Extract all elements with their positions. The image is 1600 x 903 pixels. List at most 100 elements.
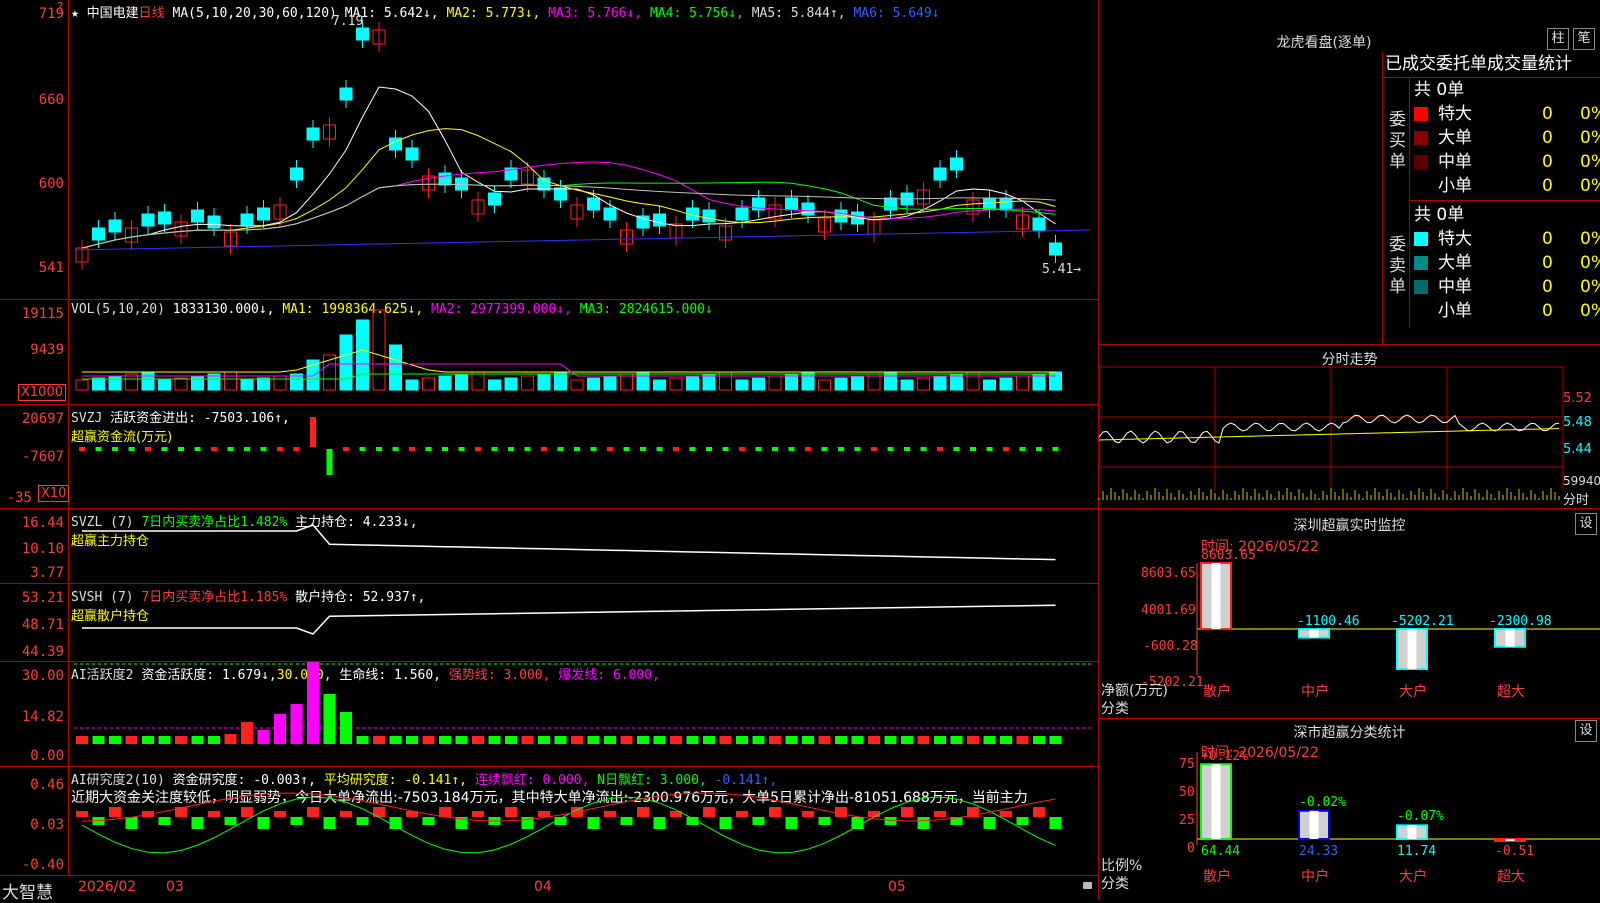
sell-total: 共 0单: [1414, 205, 1465, 225]
activity-bar: [818, 736, 831, 744]
sell-row: 特大 0 0%: [1414, 227, 1600, 251]
row-value: 0: [1542, 277, 1553, 297]
research-bar: [439, 807, 451, 817]
volume-bar: [174, 377, 188, 391]
svzj-pane[interactable]: 20697 -7607 -35 X10 SVZJ 活跃资金进出: -7503.1…: [0, 405, 1098, 509]
sell-row: 大单 0 0%: [1414, 251, 1600, 275]
volume-bar: [537, 373, 551, 391]
color-swatch: [1414, 179, 1428, 193]
intraday-chart[interactable]: [1098, 345, 1600, 508]
candle-body: [950, 157, 963, 171]
ai-activity-pane[interactable]: 30.00 14.82 0.00 AI活跃度2 资金活跃度: 1.679↓,30…: [0, 662, 1098, 767]
research-bar: [1049, 817, 1062, 829]
volume-bar: [933, 375, 947, 391]
candle-body: [1032, 217, 1046, 231]
research-bar: [719, 817, 732, 829]
sell-row: 中单 0 0%: [1414, 275, 1600, 299]
ai-activity-chart[interactable]: [0, 662, 1098, 766]
bar-mode-button[interactable]: 柱: [1547, 28, 1569, 50]
flow-bar: [607, 447, 613, 451]
activity-bar: [571, 736, 583, 744]
flow-bar: [392, 447, 399, 451]
volume-chart[interactable]: [0, 300, 1098, 404]
svzl-chart[interactable]: [0, 509, 1098, 583]
research-bar: [274, 811, 286, 817]
row-label: 大单: [1438, 128, 1472, 148]
bar-highlight: [1211, 563, 1221, 630]
date-label: 03: [166, 879, 184, 895]
price-pane[interactable]: 719 660 600 541 ? ★ 中国电建日线 MA(5,10,20,30…: [0, 0, 1098, 300]
ai-research-chart[interactable]: [0, 767, 1098, 875]
color-swatch: [1414, 280, 1428, 294]
flow-bar: [656, 447, 663, 451]
volume-bar: [719, 371, 732, 391]
flow-bar: [953, 447, 960, 451]
lock-icon[interactable]: [1083, 882, 1092, 889]
row-label: 小单: [1438, 301, 1472, 321]
flow-bar: [755, 447, 762, 451]
sz-class-chart[interactable]: +0.12% -0.02% -0.07% 散户 中户 大户 超大 64.44 24.33 11.7…: [1099, 719, 1600, 900]
activity-bar: [637, 736, 649, 744]
activity-bar: [472, 736, 484, 744]
volume-pane[interactable]: 19115 9439 X1000 VOL(5,10,20) 1833130.00…: [0, 300, 1098, 405]
svzl-pane[interactable]: 16.44 10.10 3.77 SVZL (7) 7日内买卖净占比1.482%…: [0, 509, 1098, 584]
research-bar: [769, 807, 781, 817]
research-bar: [538, 811, 550, 817]
flow-bar: [442, 447, 448, 451]
research-bar: [884, 817, 897, 825]
flow-bar: [211, 447, 217, 451]
volume-bar: [735, 379, 749, 391]
volume-bar: [768, 375, 782, 391]
research-bar: [389, 817, 402, 829]
color-swatch: [1414, 107, 1428, 121]
price-label: 5.52: [1563, 391, 1592, 406]
app-logo: 大智慧: [2, 883, 53, 903]
value-label: 11.74: [1397, 844, 1436, 859]
activity-bar: [1049, 736, 1062, 744]
sell-section: 共 0单 特大 0 0% 大单 0 0% 中单 0 0% 小单 0 0%: [1409, 203, 1600, 328]
value-label: -0.51: [1495, 844, 1534, 859]
activity-bar: [109, 736, 121, 744]
color-swatch: [1414, 256, 1428, 270]
volume-bar: [570, 379, 584, 391]
svsh-chart[interactable]: [0, 584, 1098, 661]
row-value: 0: [1542, 152, 1553, 172]
activity-bar: [125, 736, 138, 744]
candlestick-chart[interactable]: [0, 0, 1098, 299]
activity-bar: [620, 736, 633, 744]
tab-title[interactable]: 已成交委托单成交量统计: [1383, 52, 1600, 78]
research-bar: [257, 817, 270, 829]
research-bar: [241, 807, 253, 817]
ai-research-pane[interactable]: 0.46 0.03 -0.40 AI研究度2(10) 资金研究度: -0.003…: [0, 767, 1098, 876]
sz-monitor-chart[interactable]: 8603.65 -1100.46 -5202.21 -2300.98 散户 中户 大户 超大: [1099, 509, 1600, 718]
volume-bar: [521, 375, 534, 391]
category-label: 大户: [1399, 868, 1427, 885]
volume-bar: [999, 377, 1013, 391]
candle-body: [735, 207, 749, 221]
activity-bar: [76, 736, 88, 744]
research-bar: [76, 811, 88, 817]
activity-bar: [422, 736, 435, 744]
row-pct: 0%: [1580, 253, 1600, 273]
value-label: 64.44: [1201, 844, 1240, 859]
value-label: -0.07%: [1397, 809, 1444, 824]
flow-bar: [161, 447, 168, 451]
activity-bar: [950, 736, 963, 744]
candle-body: [240, 213, 254, 227]
volume-bar: [273, 375, 287, 391]
intraday-panel[interactable]: 分时走势 5.52 5.48 5.44 59940 分时: [1098, 345, 1600, 509]
svzj-chart[interactable]: [0, 405, 1098, 508]
flow-bar: [112, 447, 118, 451]
svsh-pane[interactable]: 53.21 48.71 44.39 SVSH (7) 7日内买卖净占比1.185…: [0, 584, 1098, 662]
tick-mode-button[interactable]: 笔: [1573, 28, 1595, 50]
activity-bar: [373, 736, 385, 744]
buy-label: 委买单: [1389, 110, 1406, 172]
category-label: 散户: [1203, 868, 1231, 885]
sz-class-panel: 深市超赢分类统计 设 时间: 2026/05/22 75 50 25 0 比例%…: [1099, 719, 1600, 900]
volume-bar: [966, 371, 980, 391]
flow-bar: [524, 447, 531, 451]
research-bar: [901, 807, 913, 817]
activity-bar: [917, 736, 930, 744]
flow-bar: [508, 447, 514, 451]
research-bar: [637, 807, 649, 817]
